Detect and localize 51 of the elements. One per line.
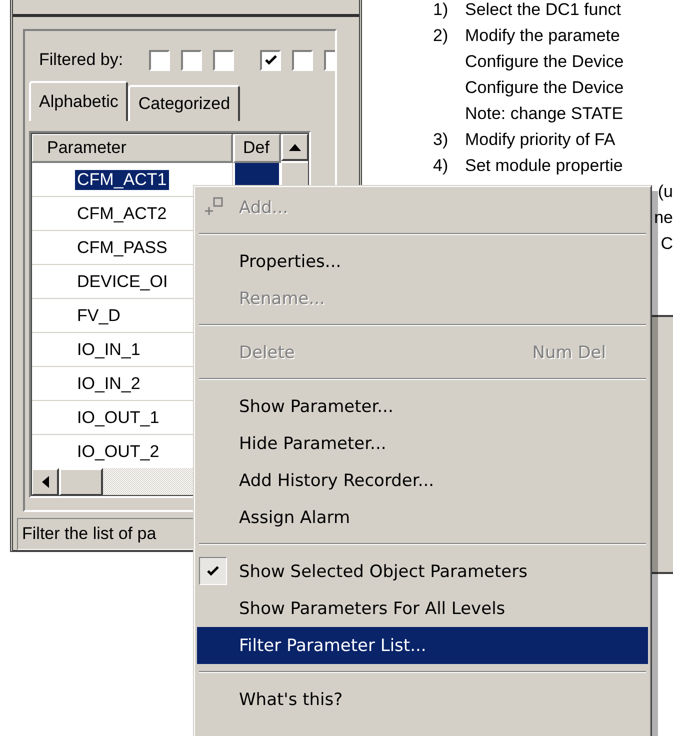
step-number: 1) — [433, 0, 450, 20]
check-icon — [207, 566, 219, 576]
instruction-text: Configure the Device — [465, 52, 624, 72]
scroll-up-button[interactable] — [281, 133, 309, 161]
instruction-text: ne — [654, 208, 673, 228]
menu-item[interactable]: Hide Parameter... — [197, 425, 648, 462]
status-text: Filter the list of pa — [22, 524, 156, 544]
menu-item[interactable]: Assign Alarm — [197, 499, 648, 536]
instruction-text: Select the DC1 funct — [465, 0, 621, 20]
menu-item[interactable]: Properties... — [197, 243, 648, 280]
table-cell[interactable]: IO_OUT_1 — [75, 408, 162, 428]
instruction-text: C — [660, 234, 673, 254]
step-number: 2) — [433, 26, 450, 46]
scrollbar-thumb[interactable] — [59, 468, 103, 496]
scroll-left-button[interactable] — [31, 468, 59, 496]
menu-item[interactable]: Show Selected Object Parameters — [197, 553, 648, 590]
caret-icon — [289, 144, 301, 150]
add-icon — [204, 196, 226, 218]
table-cell[interactable]: CFM_PASS — [75, 238, 170, 258]
column-header[interactable]: Parameter — [31, 133, 233, 163]
table-cell[interactable]: FV_D — [75, 306, 122, 326]
filter-checkbox[interactable] — [260, 50, 282, 70]
table-cell[interactable]: IO_IN_1 — [75, 340, 142, 360]
tab[interactable]: Alphabetic — [29, 81, 128, 121]
instruction-text: Configure the Device — [465, 78, 624, 98]
filter-checkbox[interactable] — [181, 50, 202, 70]
filter-checkbox[interactable] — [149, 50, 170, 70]
filter-checkbox[interactable] — [292, 50, 314, 70]
instruction-text: (u — [658, 182, 673, 202]
menu-item[interactable]: Show Parameter... — [197, 388, 648, 425]
check-icon — [264, 54, 277, 66]
menu-item[interactable]: Show Parameters For All Levels — [197, 590, 648, 627]
tab[interactable]: Categorized — [128, 85, 240, 121]
step-number: 4) — [433, 156, 450, 176]
filter-checkbox[interactable] — [213, 50, 234, 70]
menu-item[interactable]: Add History Recorder... — [197, 462, 648, 499]
menu-item[interactable]: Filter Parameter List... — [197, 627, 648, 664]
instruction-text: Modify the paramete — [465, 26, 620, 46]
table-cell[interactable]: IO_IN_2 — [75, 374, 142, 394]
table-cell[interactable]: CFM_ACT2 — [75, 204, 169, 224]
instruction-text: Modify priority of FA — [465, 130, 616, 150]
column-header[interactable]: Def — [233, 133, 281, 163]
caret-icon — [42, 476, 48, 488]
filter-label: Filtered by: — [38, 50, 124, 70]
step-number: 3) — [433, 130, 450, 150]
table-cell[interactable]: CFM_ACT1 — [75, 170, 169, 190]
menu-item[interactable]: What's this? — [197, 681, 648, 718]
instruction-text: Set module propertie — [465, 156, 623, 176]
table-cell[interactable]: IO_OUT_2 — [75, 442, 162, 462]
instruction-text: Note: change STATE — [465, 104, 624, 124]
table-cell[interactable]: DEVICE_OI — [75, 272, 170, 292]
